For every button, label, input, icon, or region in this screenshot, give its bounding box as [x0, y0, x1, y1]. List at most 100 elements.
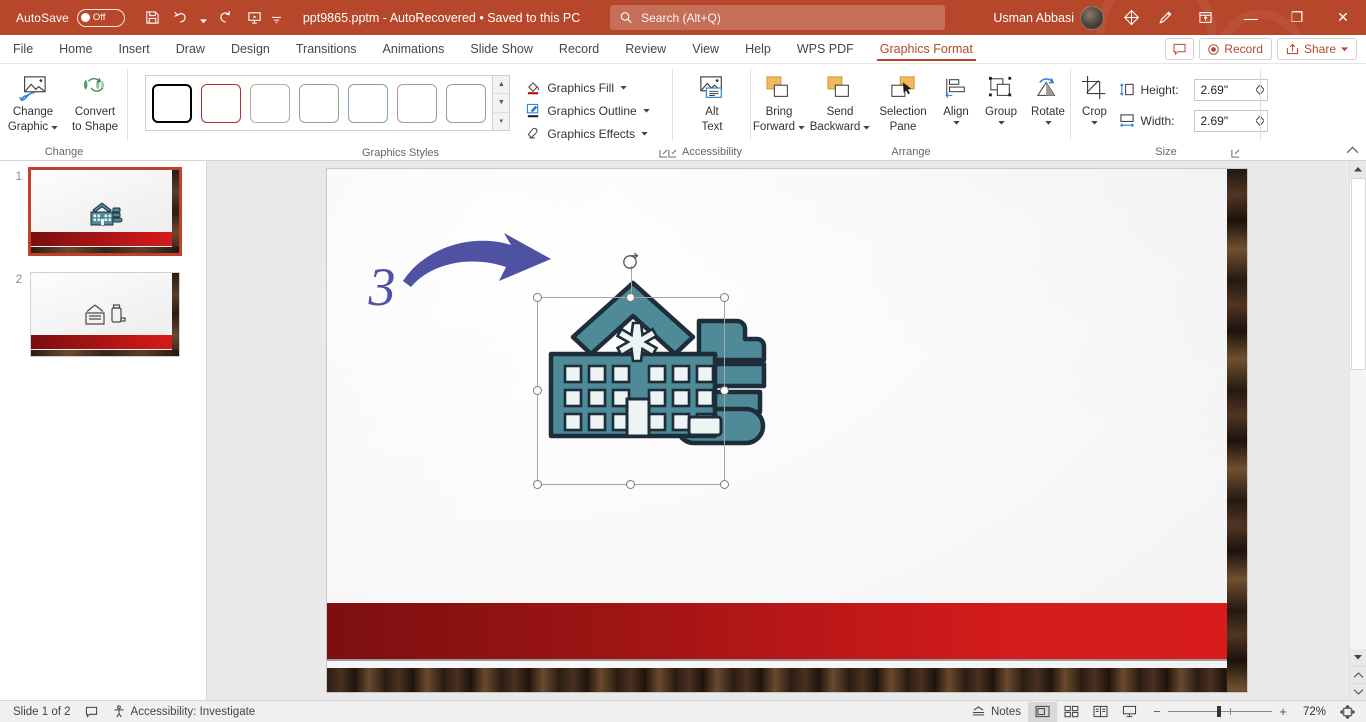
gallery-more-button[interactable]: ▾ — [493, 112, 510, 130]
tab-record[interactable]: Record — [546, 35, 612, 63]
slide-counter[interactable]: Slide 1 of 2 — [6, 701, 78, 722]
tab-slide-show[interactable]: Slide Show — [457, 35, 546, 63]
undo-icon[interactable] — [168, 5, 195, 31]
autosave-control[interactable]: AutoSave Off — [16, 8, 125, 27]
crop-button[interactable]: Crop — [1071, 68, 1119, 138]
slide-thumbnail-pane[interactable]: 1 2 — [0, 161, 207, 700]
search-input[interactable] — [641, 10, 935, 25]
style-swatch-6[interactable] — [397, 83, 438, 123]
search-box[interactable] — [610, 5, 945, 30]
restore-button[interactable]: ❐ — [1274, 0, 1320, 35]
previous-slide-button[interactable] — [1349, 666, 1366, 683]
slide-thumbnail-2[interactable] — [30, 272, 180, 357]
tab-wps-pdf[interactable]: WPS PDF — [784, 35, 867, 63]
comments-button[interactable] — [1165, 38, 1195, 60]
group-button[interactable]: Group — [978, 68, 1024, 138]
resize-handle-nw[interactable] — [532, 293, 542, 302]
share-button[interactable]: Share — [1276, 38, 1357, 60]
gallery-scroll-up-button[interactable]: ▲ — [493, 76, 510, 95]
tab-graphics-format[interactable]: Graphics Format — [867, 35, 986, 63]
zoom-level-label[interactable]: 72% — [1294, 706, 1326, 718]
convert-to-shape-button[interactable]: Convert to Shape — [64, 68, 126, 138]
resize-handle-se[interactable] — [719, 480, 729, 489]
style-swatch-7[interactable] — [446, 83, 487, 123]
tab-insert[interactable]: Insert — [106, 35, 163, 63]
ribbon-display-options-button[interactable] — [1182, 0, 1228, 35]
accessibility-dialog-launcher[interactable] — [666, 147, 678, 159]
thumbnail-row-1[interactable]: 1 — [0, 167, 206, 256]
rotate-caret[interactable] — [1044, 119, 1052, 127]
send-backward-button[interactable]: Send Backward — [808, 68, 872, 138]
zoom-out-button[interactable]: − — [1152, 704, 1162, 719]
collapse-ribbon-button[interactable] — [1346, 145, 1359, 157]
resize-handle-e[interactable] — [719, 386, 729, 395]
width-input[interactable]: 2.69" — [1193, 109, 1268, 132]
selection-frame[interactable] — [532, 252, 729, 489]
notes-button[interactable]: Notes — [964, 701, 1028, 722]
graphics-effects-button[interactable]: Graphics Effects — [520, 122, 655, 145]
graphics-styles-gallery[interactable] — [145, 75, 494, 131]
zoom-track[interactable] — [1168, 706, 1272, 717]
scrollbar-track[interactable] — [1349, 178, 1366, 649]
zoom-in-button[interactable]: + — [1278, 704, 1288, 719]
fit-slide-to-window-button[interactable] — [1334, 702, 1360, 722]
slide-canvas[interactable]: 3 — [326, 169, 1247, 692]
style-swatch-1[interactable] — [152, 83, 193, 123]
accessibility-status[interactable]: Accessibility: Investigate — [105, 701, 263, 722]
resize-handle-w[interactable] — [532, 386, 542, 395]
slide-sorter-button[interactable] — [1057, 702, 1086, 722]
tab-file[interactable]: File — [0, 35, 46, 63]
resize-handle-ne[interactable] — [719, 293, 729, 302]
save-icon[interactable] — [139, 5, 166, 31]
alt-text-button[interactable]: Alt Text — [681, 68, 743, 138]
reading-view-button[interactable] — [1086, 702, 1115, 722]
rotate-handle[interactable] — [621, 251, 641, 276]
selection-pane-button[interactable]: Selection Pane — [872, 68, 934, 138]
zoom-slider[interactable]: − + 72% — [1144, 704, 1334, 719]
start-presentation-icon[interactable] — [241, 5, 268, 31]
crop-caret[interactable] — [1091, 119, 1098, 127]
style-swatch-3[interactable] — [250, 83, 291, 123]
scrollbar-thumb[interactable] — [1350, 178, 1366, 370]
tab-help[interactable]: Help — [732, 35, 784, 63]
style-swatch-2[interactable] — [201, 83, 242, 123]
pen-icon[interactable] — [1148, 0, 1182, 35]
style-swatch-4[interactable] — [299, 83, 340, 123]
diamond-icon[interactable] — [1114, 0, 1148, 35]
tab-view[interactable]: View — [679, 35, 732, 63]
gallery-scroll-down-button[interactable]: ▼ — [493, 94, 510, 113]
redo-icon[interactable] — [212, 5, 239, 31]
align-caret[interactable] — [952, 119, 960, 127]
resize-handle-s[interactable] — [625, 480, 635, 489]
scroll-down-button[interactable] — [1349, 649, 1366, 666]
close-button[interactable]: ✕ — [1320, 0, 1366, 35]
align-button[interactable]: Align — [934, 68, 978, 138]
resize-handle-n[interactable] — [625, 293, 635, 302]
slide-editing-area[interactable]: 3 — [207, 161, 1366, 700]
slide-notes-indicator[interactable] — [78, 701, 105, 722]
tab-draw[interactable]: Draw — [163, 35, 218, 63]
normal-view-button[interactable] — [1028, 701, 1057, 722]
size-dialog-launcher[interactable] — [1229, 147, 1241, 159]
group-caret[interactable] — [997, 119, 1005, 127]
style-swatch-5[interactable] — [348, 83, 389, 123]
scroll-up-button[interactable] — [1349, 161, 1366, 178]
slide-thumbnail-1[interactable] — [28, 167, 182, 256]
change-graphic-button[interactable]: Change Graphic — [2, 68, 64, 138]
tab-animations[interactable]: Animations — [370, 35, 458, 63]
bring-forward-button[interactable]: Bring Forward — [750, 68, 808, 138]
graphics-outline-button[interactable]: Graphics Outline — [520, 99, 655, 122]
customize-qat-caret[interactable] — [270, 5, 283, 31]
thumbnail-row-2[interactable]: 2 — [0, 272, 206, 357]
autosave-toggle[interactable]: Off — [76, 8, 125, 27]
undo-dropdown-caret[interactable] — [197, 5, 210, 31]
graphics-fill-button[interactable]: Graphics Fill — [520, 76, 655, 99]
vertical-scrollbar[interactable] — [1349, 161, 1366, 700]
height-input[interactable]: 2.69" — [1193, 78, 1268, 101]
tab-design[interactable]: Design — [218, 35, 283, 63]
avatar[interactable] — [1080, 5, 1104, 30]
slideshow-button[interactable] — [1115, 702, 1144, 722]
zoom-thumb[interactable] — [1217, 706, 1221, 717]
record-button[interactable]: Record — [1199, 38, 1272, 60]
minimize-button[interactable]: — — [1228, 0, 1274, 35]
